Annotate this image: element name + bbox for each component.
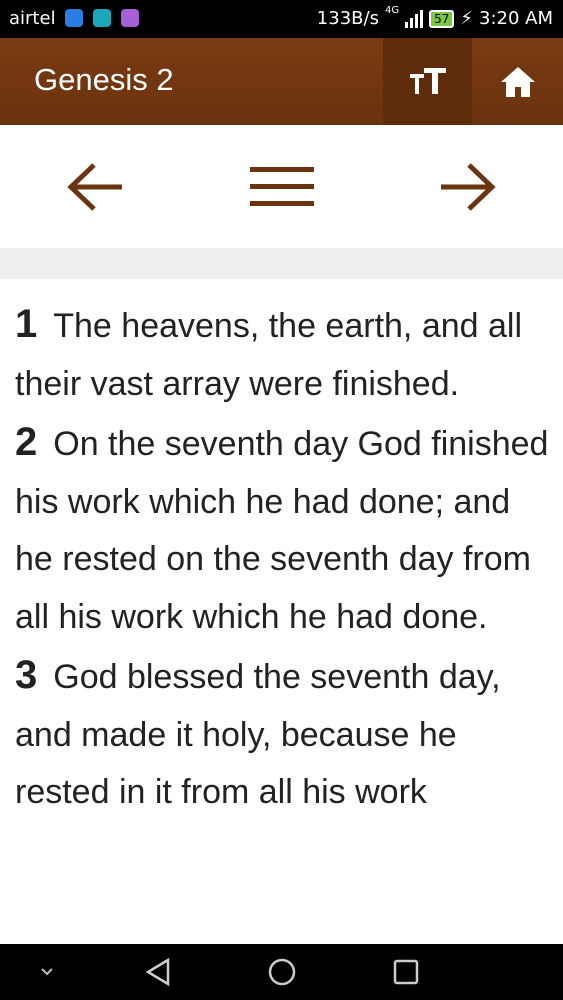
chevron-down-icon xyxy=(41,968,53,976)
status-bar: airtel 133B/s 4G 57 ⚡ 3:20 AM xyxy=(0,0,563,38)
notification-icon xyxy=(121,9,139,27)
home-circle-icon xyxy=(268,958,296,986)
network-speed: 133B/s xyxy=(316,8,379,29)
battery-icon: 57 xyxy=(429,9,455,28)
signal-icon xyxy=(405,9,424,28)
verse-number: 3 xyxy=(15,653,38,697)
back-triangle-icon xyxy=(145,958,170,986)
back-button[interactable] xyxy=(138,944,178,1000)
home-icon xyxy=(500,66,535,97)
recents-button[interactable] xyxy=(386,944,426,1000)
verse-text: God blessed the seventh day, and made it… xyxy=(15,658,501,811)
menu-icon xyxy=(250,167,314,206)
page-title: Genesis 2 xyxy=(34,62,174,97)
chapter-menu-button[interactable] xyxy=(237,145,327,229)
collapse-button[interactable] xyxy=(30,944,64,1000)
battery-level: 57 xyxy=(434,11,450,26)
verse-number: 1 xyxy=(15,302,38,346)
carrier-name: airtel xyxy=(9,8,56,29)
arrow-left-icon xyxy=(67,163,122,211)
chapter-text: 1 The heavens, the earth, and all their v… xyxy=(15,296,555,823)
notification-icon xyxy=(93,9,111,27)
verse-text: The heavens, the earth, and all their va… xyxy=(15,307,523,403)
charging-icon: ⚡ xyxy=(460,8,473,29)
system-navigation-bar xyxy=(0,944,563,1000)
previous-chapter-button[interactable] xyxy=(50,145,140,229)
font-size-button[interactable] xyxy=(383,38,472,125)
status-indicators: 133B/s 4G 57 ⚡ 3:20 AM xyxy=(316,5,553,29)
network-type: 4G xyxy=(384,5,400,16)
verse: 1 The heavens, the earth, and all their v… xyxy=(15,296,555,413)
chapter-navigation xyxy=(0,125,563,248)
app-bar: Genesis 2 xyxy=(0,38,563,125)
home-button[interactable] xyxy=(472,38,563,125)
text-size-icon xyxy=(409,67,446,94)
recents-square-icon xyxy=(393,959,419,985)
home-system-button[interactable] xyxy=(262,944,302,1000)
next-chapter-button[interactable] xyxy=(423,145,513,229)
notification-icon xyxy=(65,9,83,27)
verse-number: 2 xyxy=(15,420,38,464)
arrow-right-icon xyxy=(441,163,496,211)
divider xyxy=(0,248,563,279)
verse: 2 On the seventh day God finished his wor… xyxy=(15,414,555,646)
verse-text: On the seventh day God finished his work… xyxy=(15,425,549,636)
verse: 3 God blessed the seventh day, and made i… xyxy=(15,647,555,822)
clock: 3:20 AM xyxy=(479,8,553,29)
